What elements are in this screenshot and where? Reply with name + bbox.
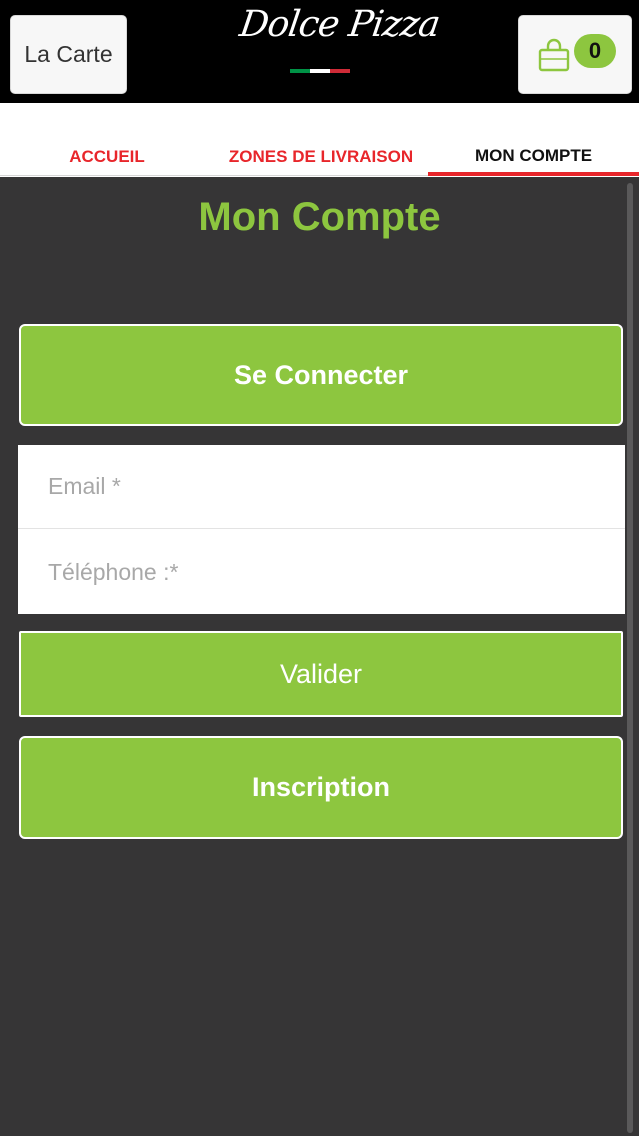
login-form (18, 445, 625, 614)
logo-text: Dolce Pizza (237, 4, 442, 45)
cart-count-badge: 0 (574, 34, 616, 68)
scrollbar[interactable] (627, 183, 633, 1133)
top-bar: La Carte Dolce Pizza 0 (0, 0, 639, 103)
inscription-button[interactable]: Inscription (19, 736, 623, 839)
tab-accueil[interactable]: ACCUEIL (0, 103, 214, 176)
flag-white (310, 69, 330, 73)
page-title: Mon Compte (198, 195, 441, 239)
tab-mon-compte[interactable]: MON COMPTE (428, 103, 639, 176)
logo[interactable]: Dolce Pizza (237, 2, 442, 92)
phone-field[interactable] (18, 530, 625, 614)
cart-button[interactable]: 0 (518, 15, 632, 94)
email-field[interactable] (18, 445, 625, 529)
account-panel: Mon Compte Se Connecter Valider Inscript… (0, 177, 639, 1136)
se-connecter-button[interactable]: Se Connecter (19, 324, 623, 426)
shopping-bag-icon (538, 38, 570, 72)
la-carte-button[interactable]: La Carte (10, 15, 127, 94)
flag-red (330, 69, 350, 73)
valider-button[interactable]: Valider (19, 631, 623, 717)
flag-green (290, 69, 310, 73)
italian-flag-stripe (290, 69, 350, 73)
nav-tabs: ACCUEIL ZONES DE LIVRAISON MON COMPTE (0, 103, 639, 176)
tab-zones-de-livraison[interactable]: ZONES DE LIVRAISON (214, 103, 428, 176)
